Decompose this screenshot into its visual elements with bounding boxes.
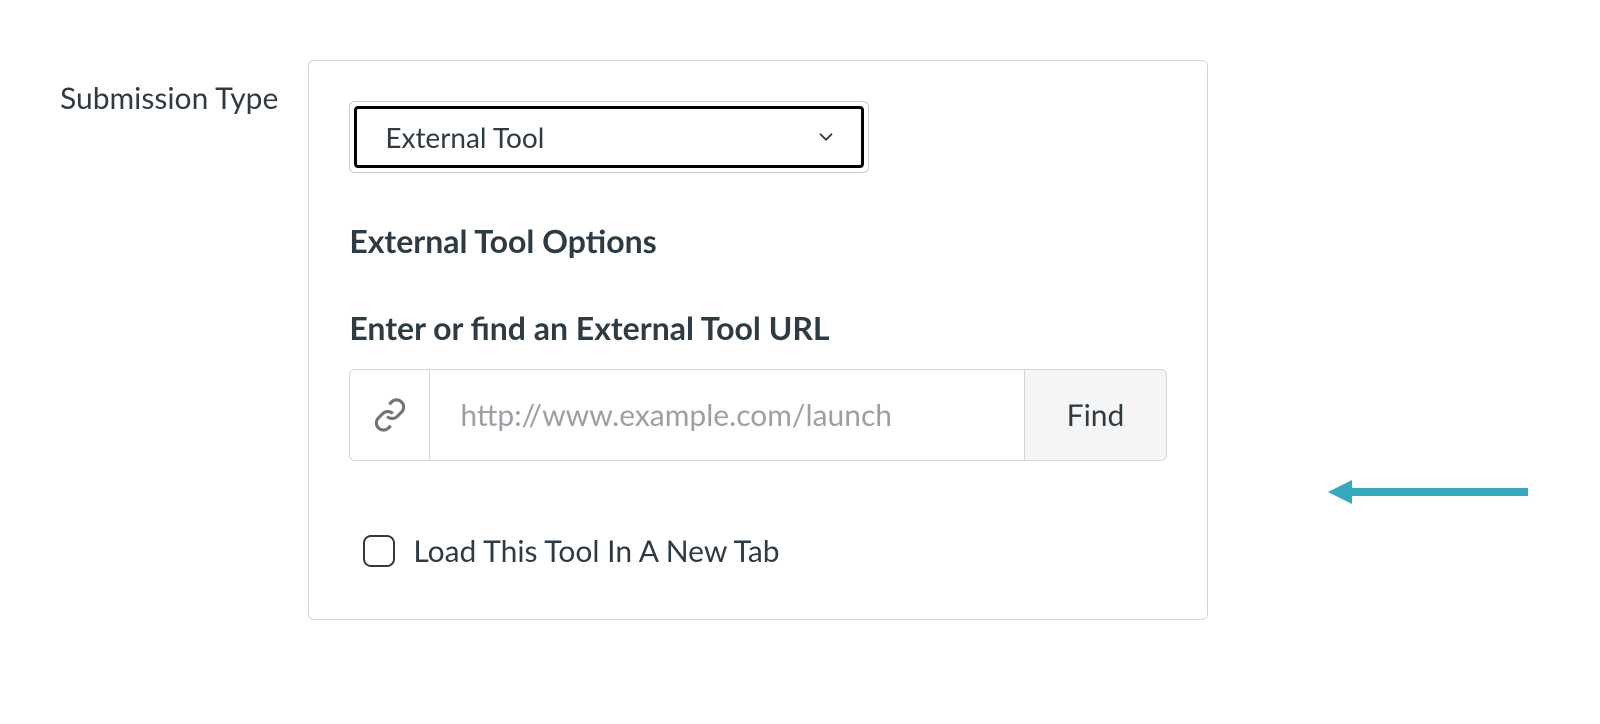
link-icon-box: [350, 370, 430, 460]
load-new-tab-label[interactable]: Load This Tool In A New Tab: [413, 533, 779, 569]
link-icon: [373, 398, 407, 432]
submission-type-select-value: External Tool: [385, 120, 544, 154]
submission-type-panel: External Tool External Tool Options Ente…: [308, 60, 1208, 620]
submission-type-select[interactable]: External Tool: [354, 106, 864, 168]
external-tool-url-heading: Enter or find an External Tool URL: [349, 308, 1167, 347]
external-tool-options-heading: External Tool Options: [349, 221, 1167, 260]
find-button[interactable]: Find: [1024, 370, 1167, 460]
external-tool-url-input[interactable]: [430, 370, 1023, 460]
load-new-tab-checkbox[interactable]: [363, 535, 395, 567]
annotation-arrow-icon: [1328, 478, 1528, 506]
submission-type-label: Submission Type: [60, 60, 278, 116]
external-tool-url-group: Find: [349, 369, 1167, 461]
chevron-down-icon: [815, 126, 837, 148]
load-new-tab-row: Load This Tool In A New Tab: [349, 533, 1167, 569]
submission-type-row: Submission Type External Tool External T…: [60, 60, 1540, 620]
submission-type-select-wrap: External Tool: [349, 101, 869, 173]
